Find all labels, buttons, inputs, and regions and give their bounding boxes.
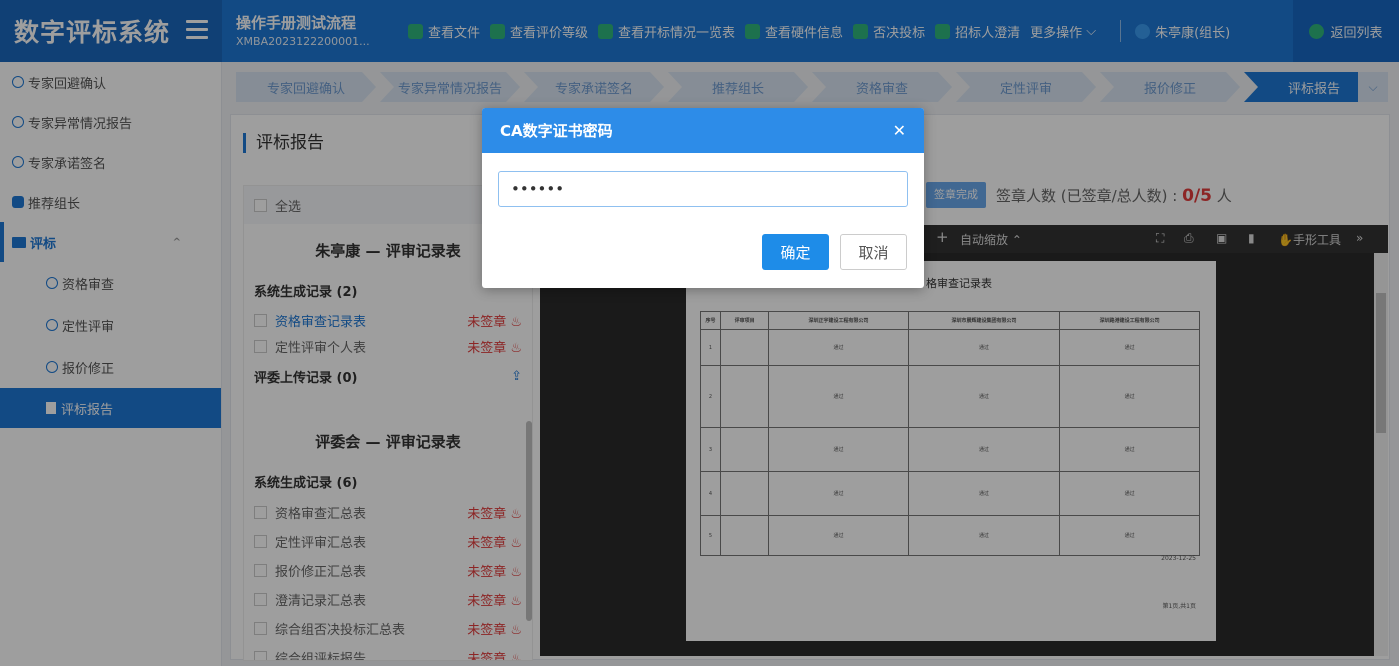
dialog-header: CA数字证书密码 ✕ [482, 108, 924, 153]
close-icon[interactable]: ✕ [893, 121, 906, 140]
cancel-button[interactable]: 取消 [840, 234, 907, 270]
confirm-button[interactable]: 确定 [762, 234, 829, 270]
modal-overlay [0, 0, 1399, 666]
dialog-title: CA数字证书密码 [500, 122, 613, 140]
password-input[interactable] [498, 171, 908, 207]
ca-password-dialog: CA数字证书密码 ✕ 确定 取消 [482, 108, 924, 288]
